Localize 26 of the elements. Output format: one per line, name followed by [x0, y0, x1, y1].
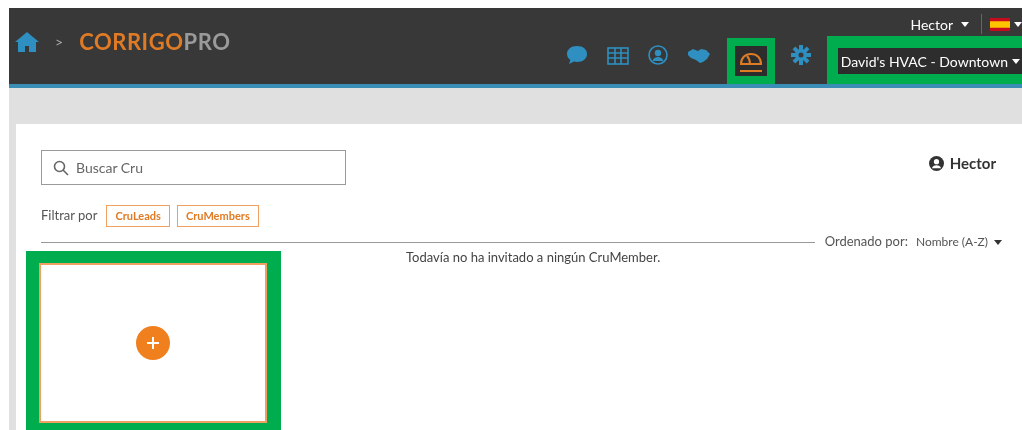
sort-select[interactable]: Nombre (A-Z) [915, 233, 1002, 251]
search-field[interactable]: Buscar Cru [41, 150, 346, 185]
empty-message: Todavía no ha invitado a ningún CruMember. [406, 248, 661, 267]
caret-icon [1012, 58, 1020, 64]
caret-icon [994, 239, 1002, 245]
home-icon[interactable] [15, 32, 39, 52]
table-icon[interactable] [606, 47, 629, 65]
add-button[interactable] [136, 326, 170, 360]
handshake-icon[interactable] [686, 47, 711, 65]
plus-icon [147, 337, 159, 349]
company-select[interactable]: David's HVAC - Downtown [837, 48, 1022, 74]
caret-icon [1014, 21, 1022, 27]
settings-icon[interactable] [790, 45, 811, 65]
breadcrumb-separator: > [55, 32, 64, 52]
chat-bubble-icon[interactable] [565, 45, 588, 65]
sort-label: Ordenado por: [824, 232, 908, 252]
current-user-name: Hector [949, 153, 996, 174]
caret-icon [961, 21, 969, 27]
search-icon [53, 160, 69, 176]
flag-icon [990, 17, 1010, 31]
logo: CORRIGOPRO [79, 31, 231, 53]
user-circle-icon[interactable] [647, 45, 668, 65]
add-card[interactable] [39, 263, 267, 423]
filter-label: Filtrar por [41, 206, 98, 226]
user-menu[interactable]: Hector [910, 13, 981, 35]
user-icon [928, 155, 944, 171]
